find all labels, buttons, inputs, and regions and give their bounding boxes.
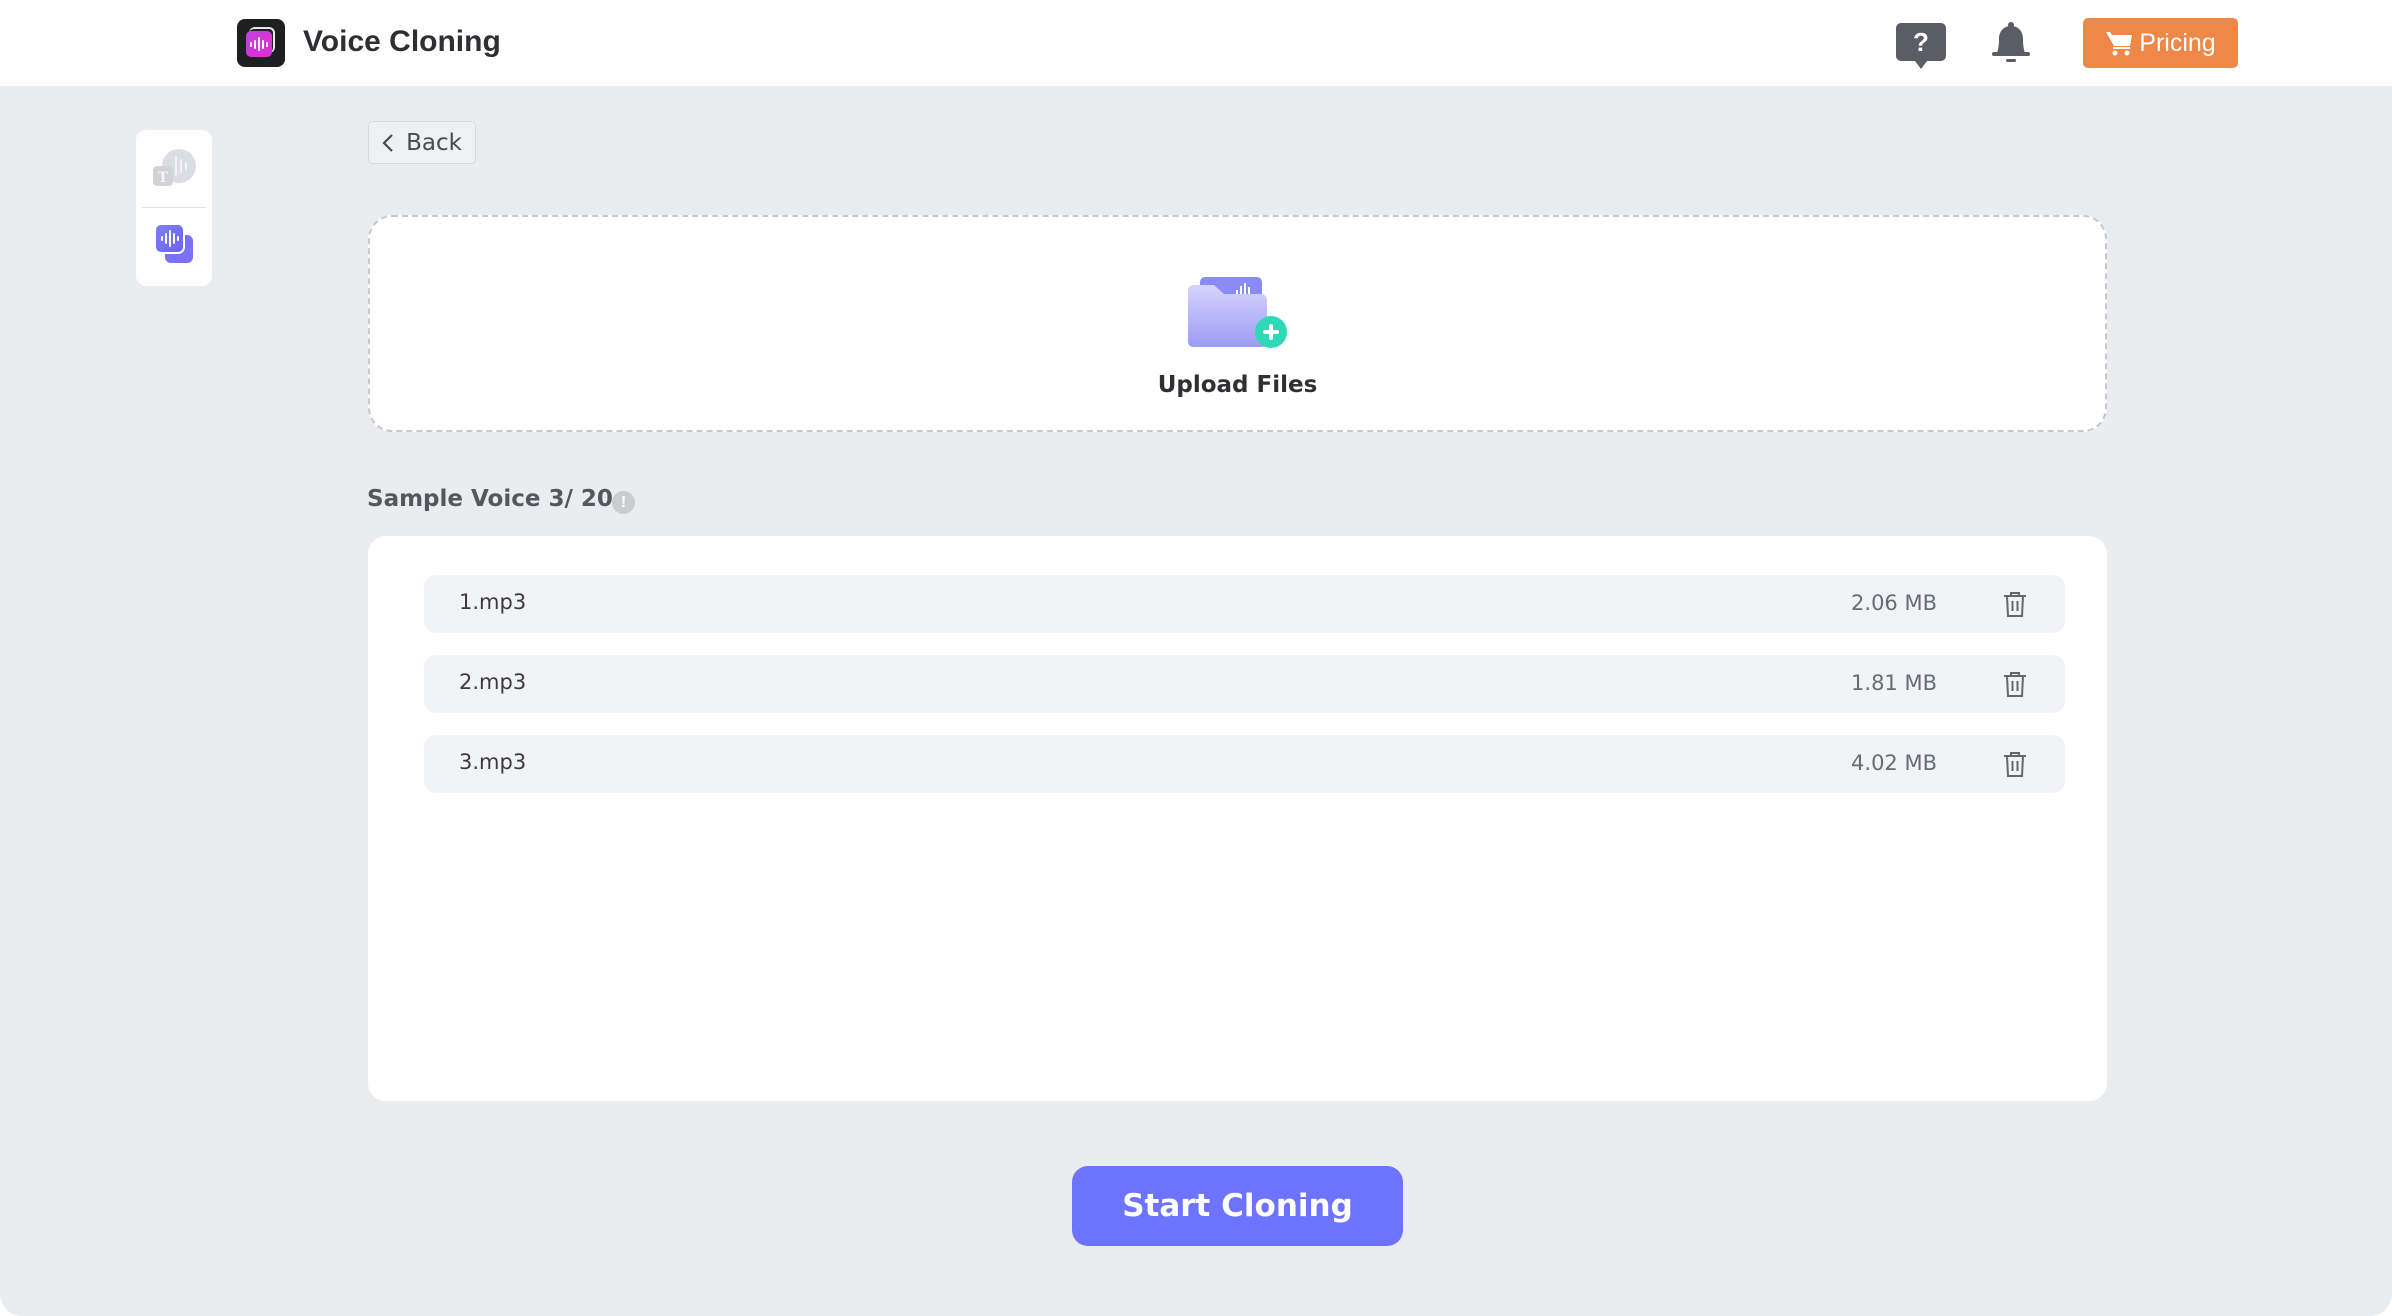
upload-folder-icon [1188,277,1287,348]
app-logo-icon [237,19,285,67]
file-row: 3.mp3 4.02 MB [424,735,2065,793]
file-name: 1.mp3 [459,590,527,614]
back-button[interactable]: Back [368,121,476,164]
file-row: 1.mp3 2.06 MB [424,575,2065,633]
upload-dropzone[interactable]: Upload Files [368,215,2107,432]
start-cloning-button[interactable]: Start Cloning [1072,1166,1403,1246]
sidebar-divider [142,207,206,208]
sample-voice-heading: Sample Voice 3/ 20 [367,486,613,512]
back-label: Back [406,129,462,156]
sidebar: T [136,130,212,286]
help-icon[interactable]: ? [1896,23,1946,69]
file-list-card: 1.mp3 2.06 MB 2.mp3 1.81 MB 3.mp3 4.02 M… [368,536,2107,1101]
app-title: Voice Cloning [303,25,501,58]
file-size: 2.06 MB [1851,591,1937,615]
file-name: 3.mp3 [459,750,527,774]
top-header: Voice Cloning ? Pricing [0,0,2392,86]
upload-files-label: Upload Files [1157,372,1318,398]
pricing-button[interactable]: Pricing [2083,18,2238,68]
notification-bell-icon[interactable] [1988,20,2034,66]
cart-icon [2106,32,2133,56]
file-size: 1.81 MB [1851,671,1937,695]
file-row: 2.mp3 1.81 MB [424,655,2065,713]
svg-text:T: T [158,170,169,186]
file-size: 4.02 MB [1851,751,1937,775]
trash-icon[interactable] [2001,590,2029,618]
sidebar-item-text-to-speech[interactable]: T [149,144,199,194]
file-name: 2.mp3 [459,670,527,694]
info-icon[interactable]: ! [612,491,635,514]
chevron-left-icon [382,133,393,152]
trash-icon[interactable] [2001,750,2029,778]
pricing-label: Pricing [2139,28,2216,57]
page: Voice Cloning ? Pricing T Back Upload Fi… [0,0,2392,1316]
sidebar-item-voice-cloning[interactable] [149,218,199,268]
trash-icon[interactable] [2001,670,2029,698]
